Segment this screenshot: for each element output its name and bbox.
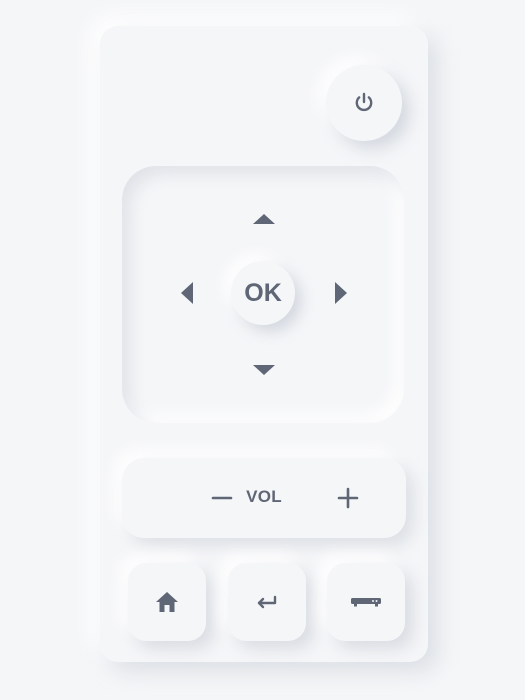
up-arrow-button[interactable] xyxy=(253,214,275,224)
power-icon xyxy=(352,91,376,115)
left-arrow-button[interactable] xyxy=(181,282,193,304)
home-icon xyxy=(153,588,181,616)
minus-icon xyxy=(211,487,233,509)
ok-button[interactable]: OK xyxy=(231,261,295,325)
volume-up-button[interactable] xyxy=(328,478,368,518)
return-icon xyxy=(253,588,281,616)
remote-control: OK VOL xyxy=(100,26,428,662)
plus-icon xyxy=(337,487,359,509)
down-arrow-button[interactable] xyxy=(253,365,275,375)
source-button[interactable] xyxy=(327,563,405,641)
directional-pad: OK xyxy=(122,166,404,423)
volume-control: VOL xyxy=(122,458,406,538)
volume-label: VOL xyxy=(246,487,282,506)
power-button[interactable] xyxy=(326,65,402,141)
set-top-box-icon xyxy=(350,592,382,612)
back-button[interactable] xyxy=(228,563,306,641)
ok-label: OK xyxy=(244,278,282,307)
right-arrow-button[interactable] xyxy=(335,282,347,304)
home-button[interactable] xyxy=(128,563,206,641)
